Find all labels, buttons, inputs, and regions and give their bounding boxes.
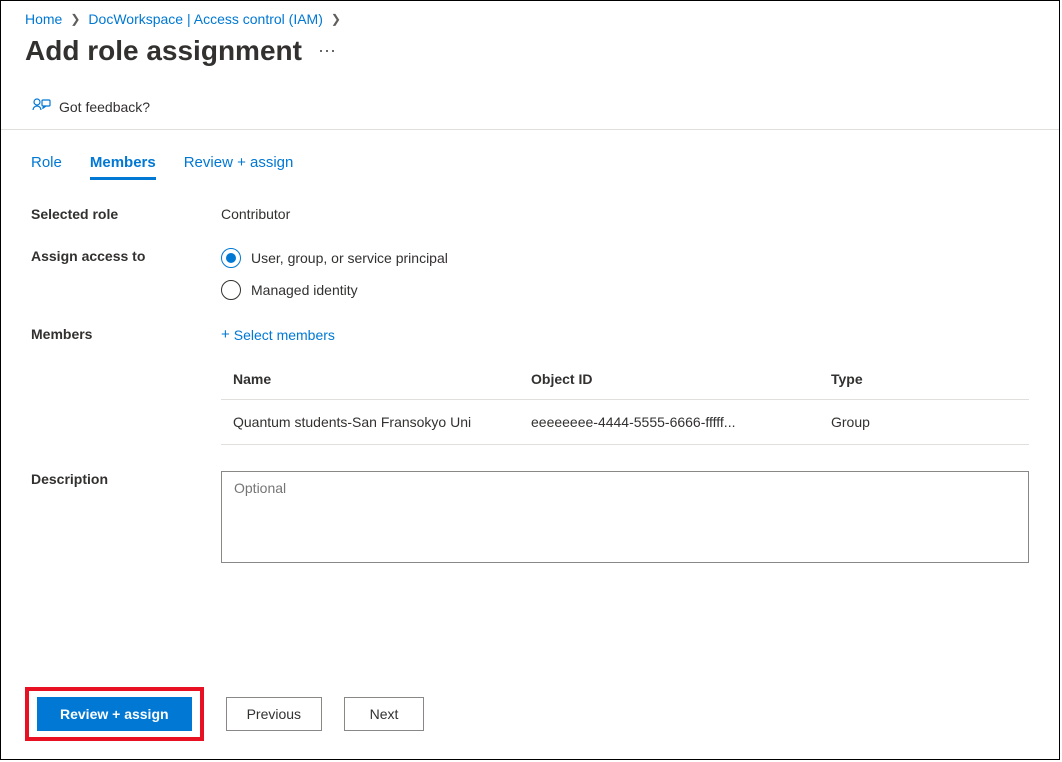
- member-name: Quantum students-San Fransokyo Uni: [221, 414, 531, 430]
- member-object-id: eeeeeeee-4444-5555-6666-fffff...: [531, 414, 831, 430]
- page-title: Add role assignment: [25, 35, 302, 67]
- table-row[interactable]: Quantum students-San Fransokyo Uni eeeee…: [221, 400, 1029, 445]
- breadcrumb: Home ❯ DocWorkspace | Access control (IA…: [1, 1, 1059, 27]
- previous-button[interactable]: Previous: [226, 697, 322, 731]
- radio-user-group-label: User, group, or service principal: [251, 250, 448, 266]
- selected-role-label: Selected role: [31, 206, 221, 222]
- radio-managed-identity[interactable]: Managed identity: [221, 280, 1035, 300]
- more-actions-icon[interactable]: ⋯: [318, 41, 336, 62]
- members-table: Name Object ID Type Quantum students-San…: [221, 371, 1029, 445]
- chevron-right-icon: ❯: [70, 12, 80, 26]
- review-assign-button[interactable]: Review + assign: [37, 697, 192, 731]
- radio-checked-icon: [221, 248, 241, 268]
- select-members-text: Select members: [234, 327, 335, 343]
- col-header-object-id[interactable]: Object ID: [531, 371, 831, 387]
- footer-actions: Review + assign Previous Next: [25, 687, 424, 741]
- members-label: Members: [31, 326, 221, 342]
- radio-unchecked-icon: [221, 280, 241, 300]
- got-feedback-link[interactable]: Got feedback?: [59, 99, 150, 115]
- selected-role-value: Contributor: [221, 206, 1035, 222]
- radio-managed-label: Managed identity: [251, 282, 358, 298]
- tab-bar: Role Members Review + assign: [1, 130, 1059, 180]
- description-input[interactable]: [221, 471, 1029, 563]
- radio-user-group-principal[interactable]: User, group, or service principal: [221, 248, 1035, 268]
- chevron-right-icon: ❯: [331, 12, 341, 26]
- assign-access-label: Assign access to: [31, 248, 221, 264]
- breadcrumb-home-link[interactable]: Home: [25, 11, 62, 27]
- member-type: Group: [831, 414, 981, 430]
- col-header-name[interactable]: Name: [221, 371, 531, 387]
- highlight-annotation: Review + assign: [25, 687, 204, 741]
- feedback-icon: [31, 97, 51, 117]
- description-label: Description: [31, 471, 221, 487]
- tab-review-assign[interactable]: Review + assign: [184, 154, 294, 180]
- next-button[interactable]: Next: [344, 697, 424, 731]
- breadcrumb-workspace-link[interactable]: DocWorkspace | Access control (IAM): [88, 11, 322, 27]
- select-members-link[interactable]: + Select members: [221, 326, 1035, 343]
- col-header-type[interactable]: Type: [831, 371, 981, 387]
- tab-role[interactable]: Role: [31, 154, 62, 180]
- plus-icon: +: [221, 326, 230, 343]
- tab-members[interactable]: Members: [90, 154, 156, 180]
